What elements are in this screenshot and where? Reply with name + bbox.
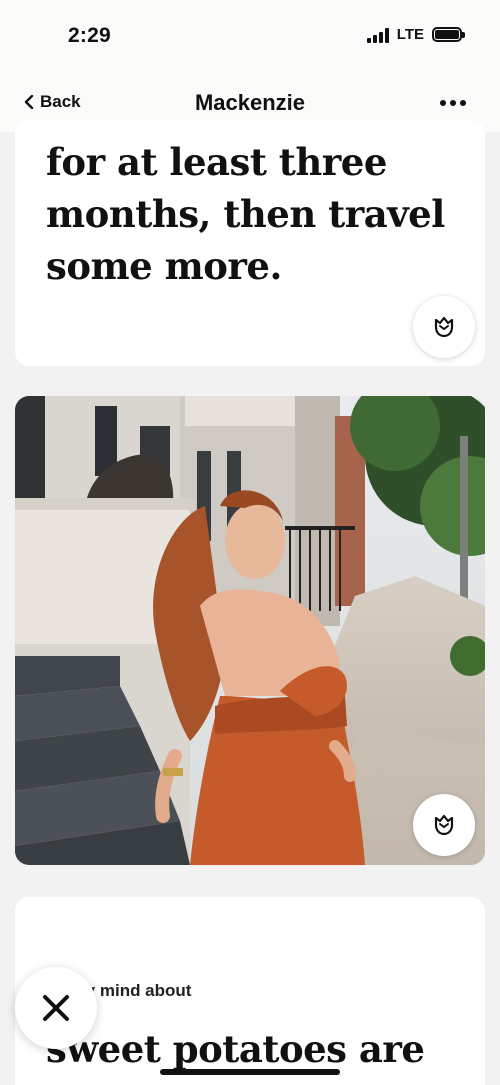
status-indicators: LTE	[366, 26, 465, 43]
status-bar: 2:29 LTE	[0, 0, 500, 72]
profile-photo	[15, 396, 485, 865]
like-photo-button[interactable]	[413, 794, 475, 856]
more-dots-icon	[440, 100, 446, 106]
skip-button[interactable]	[15, 967, 97, 1049]
status-time: 2:29	[68, 24, 111, 47]
home-indicator[interactable]	[160, 1069, 340, 1075]
answer-text: for at least three months, then travel s…	[46, 140, 445, 288]
profile-name: Mackenzie	[194, 90, 306, 115]
more-options-button[interactable]	[440, 100, 466, 106]
like-answer-button[interactable]	[413, 296, 475, 358]
photo-card	[15, 396, 485, 865]
close-x-icon	[43, 995, 69, 1021]
signal-icon	[366, 27, 389, 43]
answer-card: for at least three months, then travel s…	[15, 120, 485, 366]
network-label: LTE	[396, 26, 424, 43]
rose-icon	[434, 316, 454, 338]
battery-icon	[432, 27, 465, 42]
rose-icon	[434, 814, 454, 836]
prompt-answer: sweet potatoes are	[46, 1027, 425, 1071]
